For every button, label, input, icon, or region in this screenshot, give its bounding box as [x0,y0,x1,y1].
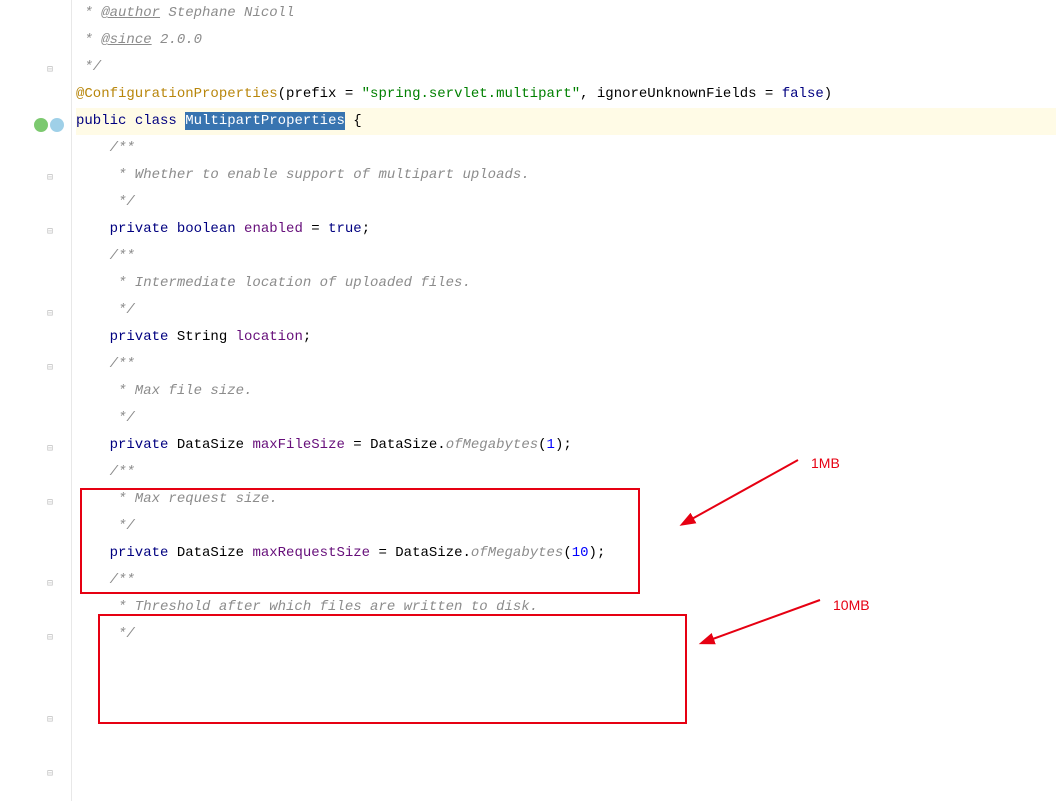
field-maxfilesize: private DataSize maxFileSize = DataSize.… [76,432,1060,459]
fold-icon[interactable]: ⊟ [45,66,55,76]
javadoc-end: */ [76,59,101,75]
javadoc: /** [76,248,135,264]
javadoc: * Max file size. [76,383,252,399]
fold-icon[interactable]: ⊟ [45,634,55,644]
field-enabled: private boolean enabled = true; [76,216,1060,243]
fold-icon[interactable]: ⊟ [45,716,55,726]
javadoc: * Intermediate location of uploaded file… [76,275,471,291]
javadoc: */ [76,410,135,426]
field-location: private String location; [76,324,1060,351]
fold-icon[interactable]: ⊟ [45,174,55,184]
annotation-line: @ConfigurationProperties(prefix = "sprin… [76,81,1060,108]
fold-icon[interactable]: ⊟ [45,770,55,780]
selected-classname: MultipartProperties [185,112,345,130]
annotation-label-1mb: 1MB [811,450,840,477]
fold-icon[interactable]: ⊟ [45,228,55,238]
javadoc: /** [76,140,135,156]
javadoc-since: * @since 2.0.0 [76,32,202,48]
javadoc: /** [76,356,135,372]
javadoc: */ [76,626,135,642]
gutter-run-icons[interactable] [34,118,64,132]
javadoc: */ [76,518,135,534]
javadoc: /** [76,464,135,480]
javadoc: */ [76,302,135,318]
fold-icon[interactable]: ⊟ [45,310,55,320]
fold-icon[interactable]: ⊟ [45,580,55,590]
field-maxrequestsize: private DataSize maxRequestSize = DataSi… [76,540,1060,567]
code-editor[interactable]: * @author Stephane Nicoll * @since 2.0.0… [76,0,1060,648]
javadoc: /** [76,572,135,588]
annotation-label-10mb: 10MB [833,592,870,619]
editor-gutter: ⊟ ⊟ ⊟ ⊟ ⊟ ⊟ ⊟ ⊟ ⊟ ⊟ ⊟ [0,0,72,801]
fold-icon[interactable]: ⊟ [45,499,55,509]
bean-icon [50,118,64,132]
spring-leaf-icon [34,118,48,132]
fold-icon[interactable]: ⊟ [45,364,55,374]
class-declaration: public class MultipartProperties { [76,108,1056,135]
javadoc: * Threshold after which files are writte… [76,599,538,615]
javadoc: * Whether to enable support of multipart… [76,167,530,183]
javadoc: */ [76,194,135,210]
javadoc: * Max request size. [76,491,278,507]
javadoc-author: * @author Stephane Nicoll [76,5,294,21]
fold-icon[interactable]: ⊟ [45,445,55,455]
